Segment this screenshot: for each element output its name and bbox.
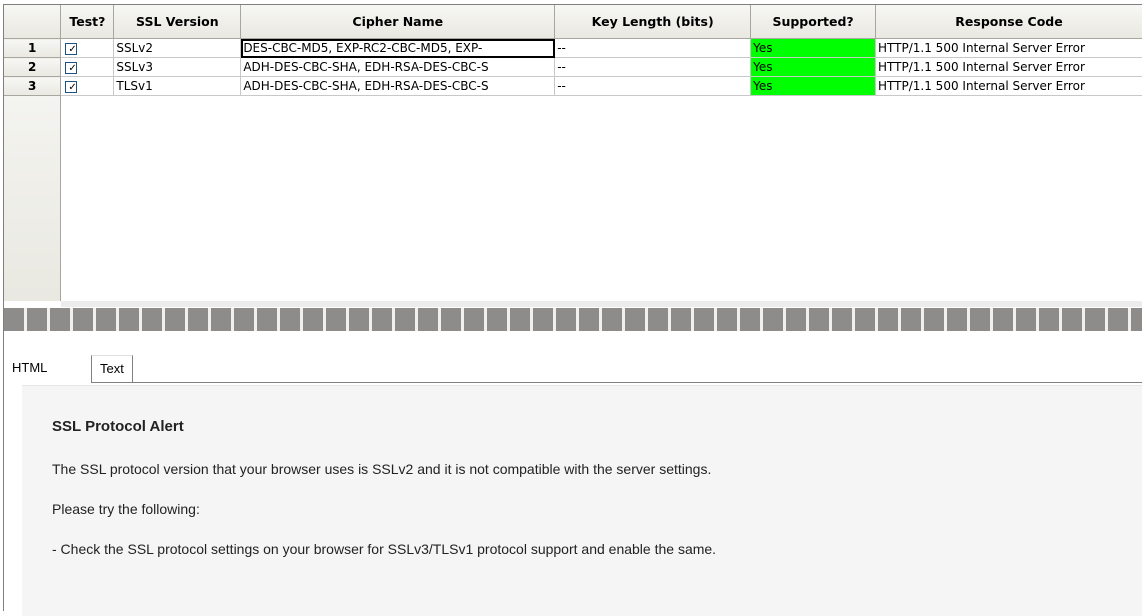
header-row: Test? SSL Version Cipher Name Key Length… [4, 5, 1142, 39]
row-number[interactable]: 3 [4, 76, 62, 96]
ssl-version-cell[interactable]: SSLv3 [113, 57, 242, 77]
test-checkbox[interactable]: ✓ [65, 61, 78, 74]
cipher-name-cell[interactable]: ADH-DES-CBC-SHA, EDH-RSA-DES-CBC-S [240, 57, 556, 77]
alert-paragraph: The SSL protocol version that your brows… [52, 461, 712, 477]
test-checkbox-cell[interactable]: ✓ [60, 76, 115, 96]
table-row[interactable]: 2 ✓ SSLv3 ADH-DES-CBC-SHA, EDH-RSA-DES-C… [4, 57, 1142, 77]
ssl-version-cell[interactable]: SSLv2 [113, 38, 242, 58]
results-table: Test? SSL Version Cipher Name Key Length… [4, 5, 1142, 96]
table-row[interactable]: 3 ✓ TLSv1 ADH-DES-CBC-SHA, EDH-RSA-DES-C… [4, 76, 1142, 96]
row-number[interactable]: 1 [4, 38, 62, 58]
supported-cell[interactable]: Yes [750, 57, 877, 77]
results-grid: Test? SSL Version Cipher Name Key Length… [4, 5, 1142, 301]
column-header-supported[interactable]: Supported? [750, 5, 877, 39]
checkmark-icon: ✓ [68, 62, 77, 74]
alert-paragraph: Please try the following: [52, 501, 200, 517]
test-checkbox-cell[interactable]: ✓ [60, 38, 115, 58]
tab-html[interactable]: HTML [4, 355, 56, 382]
tab-text[interactable]: Text [91, 355, 133, 383]
supported-cell[interactable]: Yes [750, 76, 877, 96]
pane-splitter[interactable] [4, 308, 1142, 331]
column-header-key-length[interactable]: Key Length (bits) [554, 5, 752, 39]
ssl-version-cell[interactable]: TLSv1 [113, 76, 242, 96]
key-length-cell[interactable]: -- [554, 57, 752, 77]
tab-bar: HTML Text [4, 331, 1142, 385]
corner-header[interactable] [4, 5, 62, 39]
alert-title: SSL Protocol Alert [52, 418, 184, 435]
results-window: Test? SSL Version Cipher Name Key Length… [3, 4, 1142, 616]
cipher-name-cell[interactable]: DES-CBC-MD5, EXP-RC2-CBC-MD5, EXP- [240, 38, 556, 58]
row-number[interactable]: 2 [4, 57, 62, 77]
key-length-cell[interactable]: -- [554, 38, 752, 58]
response-code-cell[interactable]: HTTP/1.1 500 Internal Server Error [875, 76, 1142, 96]
checkmark-icon: ✓ [68, 81, 77, 93]
column-header-ssl-version[interactable]: SSL Version [113, 5, 242, 39]
test-checkbox[interactable]: ✓ [65, 42, 78, 55]
grid-bottom-edge [61, 301, 1142, 307]
column-header-test[interactable]: Test? [60, 5, 115, 39]
tab-divider [91, 382, 1142, 383]
test-checkbox-cell[interactable]: ✓ [60, 57, 115, 77]
response-code-cell[interactable]: HTTP/1.1 500 Internal Server Error [875, 38, 1142, 58]
alert-paragraph: - Check the SSL protocol settings on you… [52, 541, 717, 557]
column-header-cipher-name[interactable]: Cipher Name [240, 5, 556, 39]
cipher-name-cell[interactable]: ADH-DES-CBC-SHA, EDH-RSA-DES-CBC-S [240, 76, 556, 96]
response-code-cell[interactable]: HTTP/1.1 500 Internal Server Error [875, 57, 1142, 77]
supported-cell[interactable]: Yes [750, 38, 877, 58]
html-preview-pane: SSL Protocol Alert The SSL protocol vers… [22, 385, 1142, 616]
checkmark-icon: ✓ [68, 43, 77, 55]
test-checkbox[interactable]: ✓ [65, 80, 78, 93]
column-header-response-code[interactable]: Response Code [875, 5, 1142, 39]
key-length-cell[interactable]: -- [554, 76, 752, 96]
table-row[interactable]: 1 ✓ SSLv2 DES-CBC-MD5, EXP-RC2-CBC-MD5, … [4, 38, 1142, 58]
